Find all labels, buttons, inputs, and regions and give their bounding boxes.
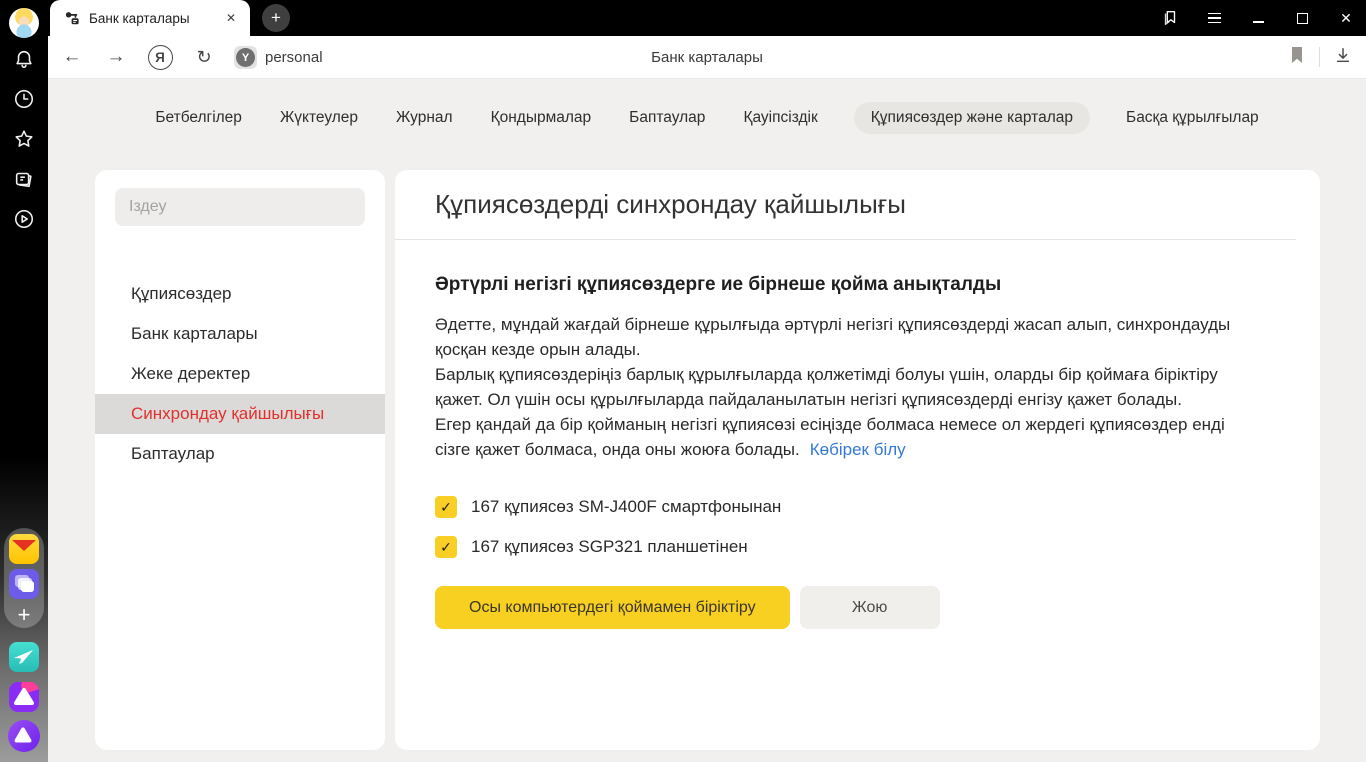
- tab-other-devices[interactable]: Басқа құрылғылар: [1124, 102, 1261, 134]
- apps-stack-icon[interactable]: [9, 569, 39, 599]
- browser-sidebar: +: [0, 0, 48, 762]
- tab-addons[interactable]: Қондырмалар: [489, 102, 594, 134]
- tab-close-icon[interactable]: ✕: [222, 9, 240, 27]
- window-close-icon[interactable]: ✕: [1336, 8, 1356, 28]
- search-input[interactable]: [115, 188, 365, 226]
- maximize-icon[interactable]: [1292, 8, 1312, 28]
- tab-settings[interactable]: Баптаулар: [627, 102, 707, 134]
- vault-label-smartphone: 167 құпиясөз SM-J400F смартфонынан: [471, 497, 781, 517]
- merge-button[interactable]: Осы компьютердегі қоймамен біріктіру: [435, 586, 790, 629]
- sidebar-item-settings[interactable]: Баптаулар: [95, 434, 385, 474]
- tab-bar: Банк карталары ✕ + ✕: [48, 0, 1366, 36]
- profile-badge-icon: Y: [234, 46, 257, 69]
- description-paragraph-1: Әдетте, мұндай жағдай бірнеше құрылғыда …: [435, 315, 1230, 359]
- passwords-key-favicon-icon: [64, 10, 80, 26]
- apps-stack-layer: [21, 581, 34, 592]
- settings-nav-tabs: Бетбелгілер Жүктеулер Журнал Қондырмалар…: [48, 79, 1366, 157]
- browser-toolbar: ← → Я ↻ Y personal Банк карталары: [48, 36, 1366, 79]
- new-tab-button[interactable]: +: [262, 4, 290, 32]
- sidebar-item-personal-data[interactable]: Жеке деректер: [95, 354, 385, 394]
- profile-chip[interactable]: Y personal: [230, 43, 333, 72]
- checkbox-tablet[interactable]: ✓: [435, 536, 457, 558]
- tab-passwords-and-cards[interactable]: Құпиясөздер және карталар: [854, 102, 1090, 134]
- messenger-paper-plane-icon[interactable]: [9, 642, 39, 672]
- delete-button[interactable]: Жою: [800, 586, 940, 629]
- conflict-description: Әдетте, мұндай жағдай бірнеше құрылғыда …: [435, 312, 1250, 462]
- action-buttons: Осы компьютердегі қоймамен біріктіру Жою: [435, 586, 1250, 629]
- tab-title: Банк карталары: [89, 11, 222, 26]
- browser-window: + Банк карталары ✕ +: [0, 0, 1366, 762]
- tab-bookmarks[interactable]: Бетбелгілер: [153, 102, 244, 134]
- forward-icon[interactable]: →: [102, 36, 130, 78]
- panel-header: Құпиясөздерді синхрондау қайшылығы: [395, 170, 1296, 240]
- description-paragraph-2: Барлық құпиясөздеріңіз барлық құрылғылар…: [435, 365, 1218, 409]
- menu-icon[interactable]: [1204, 8, 1224, 28]
- yandex-home-icon[interactable]: Я: [146, 36, 174, 78]
- profile-avatar[interactable]: [9, 8, 39, 38]
- alice-app-icon[interactable]: [9, 682, 39, 712]
- alice-assistant-icon[interactable]: [8, 720, 40, 752]
- refresh-icon[interactable]: ↻: [190, 36, 218, 78]
- tab-security[interactable]: Қауіпсіздік: [741, 102, 819, 134]
- bookmark-icon[interactable]: [1289, 46, 1305, 69]
- tab-downloads[interactable]: Жүктеулер: [278, 102, 360, 134]
- page-title: Құпиясөздерді синхрондау қайшылығы: [435, 189, 906, 220]
- toolbar-separator: [1319, 47, 1320, 67]
- tab-history[interactable]: Журнал: [394, 102, 455, 134]
- notifications-bell-icon[interactable]: [13, 48, 35, 70]
- sync-conflict-panel: Құпиясөздерді синхрондау қайшылығы Әртүр…: [395, 170, 1320, 750]
- learn-more-link[interactable]: Көбірек білу: [810, 440, 906, 459]
- profile-name: personal: [265, 49, 323, 66]
- history-clock-icon[interactable]: [13, 88, 35, 110]
- downloads-icon[interactable]: [1334, 46, 1352, 69]
- yandex-mail-icon[interactable]: [9, 534, 39, 564]
- passwords-sidebar-panel: Құпиясөздер Банк карталары Жеке деректер…: [95, 170, 385, 750]
- back-icon[interactable]: ←: [58, 36, 86, 78]
- browser-tab[interactable]: Банк карталары ✕: [50, 0, 250, 36]
- video-play-icon[interactable]: [13, 208, 35, 230]
- bookmarks-star-icon[interactable]: [13, 128, 35, 150]
- checkbox-smartphone[interactable]: ✓: [435, 496, 457, 518]
- conflict-heading: Әртүрлі негізгі құпиясөздерге ие бірнеше…: [435, 274, 1250, 296]
- collections-icon[interactable]: [13, 168, 35, 190]
- sidebar-item-sync-conflict[interactable]: Синхрондау қайшылығы: [95, 394, 385, 434]
- panel-body: Әртүрлі негізгі құпиясөздерге ие бірнеше…: [395, 240, 1320, 629]
- vault-row-smartphone: ✓ 167 құпиясөз SM-J400F смартфонынан: [435, 496, 1250, 518]
- sidebar-item-bank-cards[interactable]: Банк карталары: [95, 314, 385, 354]
- add-app-plus-icon[interactable]: +: [9, 600, 39, 630]
- side-panel-icon[interactable]: [1160, 8, 1180, 28]
- search-box: [115, 188, 365, 226]
- sidebar-item-passwords[interactable]: Құпиясөздер: [95, 274, 385, 314]
- vault-checkbox-list: ✓ 167 құпиясөз SM-J400F смартфонынан ✓ 1…: [435, 496, 1250, 558]
- vault-row-tablet: ✓ 167 құпиясөз SGP321 планшетінен: [435, 536, 1250, 558]
- sidebar-nav-list: Құпиясөздер Банк карталары Жеке деректер…: [95, 274, 385, 474]
- scrollbar-track[interactable]: [1296, 170, 1320, 750]
- vault-label-tablet: 167 құпиясөз SGP321 планшетінен: [471, 537, 748, 557]
- minimize-icon[interactable]: [1248, 8, 1268, 28]
